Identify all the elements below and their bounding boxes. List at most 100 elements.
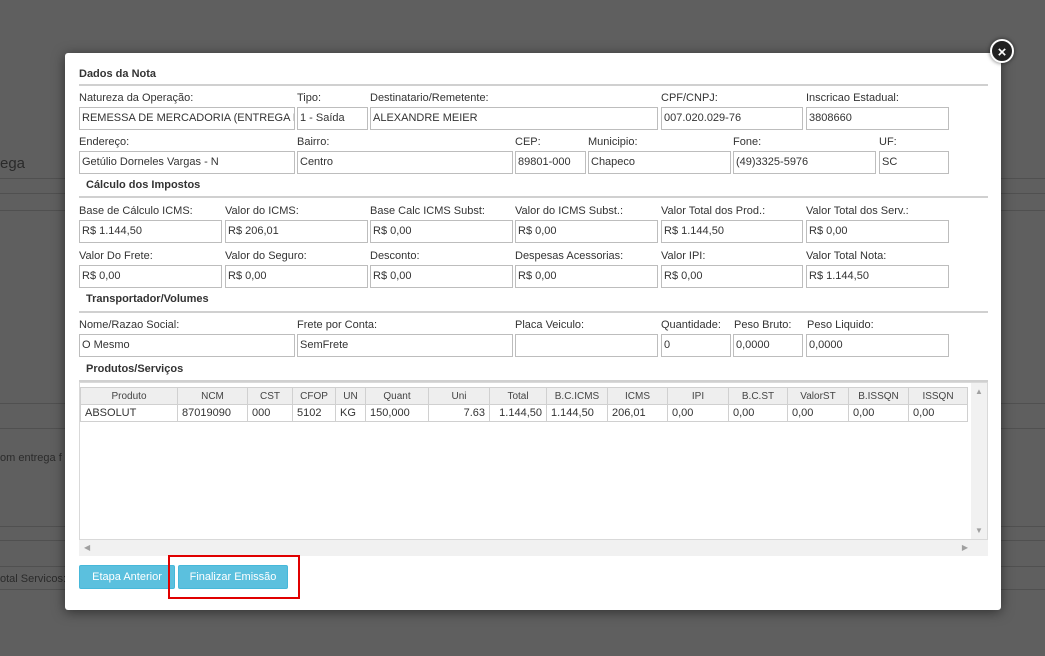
horizontal-scrollbar[interactable]: ◀ ▶ (79, 540, 988, 556)
table-cell: 000 (247, 404, 293, 422)
scroll-left-icon[interactable]: ◀ (84, 543, 90, 552)
column-header[interactable]: ValorST (787, 387, 849, 405)
table-cell: 7.63 (428, 404, 490, 422)
municipio-field[interactable]: Chapeco (588, 151, 731, 174)
municipio-label: Municipio: (588, 136, 638, 148)
total-nota-label: Valor Total Nota: (806, 250, 887, 262)
section-title-dados-nota: Dados da Nota (79, 68, 157, 80)
total-nota-field[interactable]: R$ 1.144,50 (806, 265, 949, 288)
section-title-transportador: Transportador/Volumes (86, 293, 209, 305)
base-icms-field[interactable]: R$ 1.144,50 (79, 220, 222, 243)
column-header[interactable]: B.ISSQN (848, 387, 909, 405)
uf-field[interactable]: SC (879, 151, 949, 174)
natureza-field[interactable]: REMESSA DE MERCADORIA (ENTREGA FUTURA) (79, 107, 295, 130)
total-serv-label: Valor Total dos Serv.: (806, 205, 909, 217)
base-icms-label: Base de Cálculo ICMS: (79, 205, 193, 217)
razao-label: Nome/Razao Social: (79, 319, 180, 331)
table-cell: 206,01 (607, 404, 668, 422)
fone-label: Fone: (733, 136, 762, 148)
seguro-field[interactable]: R$ 0,00 (225, 265, 368, 288)
column-header[interactable]: ICMS (607, 387, 668, 405)
tipo-label: Tipo: (297, 92, 322, 104)
valor-icms-st-label: Valor do ICMS Subst.: (515, 205, 624, 217)
peso-bruto-label: Peso Bruto: (734, 319, 792, 331)
bairro-field[interactable]: Centro (297, 151, 513, 174)
previous-step-button[interactable]: Etapa Anterior (79, 565, 175, 589)
fone-field[interactable]: (49)3325-5976 (733, 151, 876, 174)
table-cell: 1.144,50 (546, 404, 608, 422)
natureza-label: Natureza da Operação: (79, 92, 194, 104)
frete-field[interactable]: R$ 0,00 (79, 265, 222, 288)
quantidade-field[interactable]: 0 (661, 334, 731, 357)
table-cell: KG (335, 404, 366, 422)
section-divider (79, 84, 988, 86)
total-serv-field[interactable]: R$ 0,00 (806, 220, 949, 243)
scroll-down-icon[interactable]: ▼ (975, 526, 983, 535)
column-header[interactable]: ISSQN (908, 387, 968, 405)
section-title-produtos: Produtos/Serviços (86, 363, 184, 375)
ie-field[interactable]: 3808660 (806, 107, 949, 130)
column-header[interactable]: CFOP (292, 387, 336, 405)
close-icon[interactable]: × (990, 39, 1014, 63)
background-page-title: ega (0, 155, 26, 172)
background-row-text: om entrega f (0, 452, 62, 464)
ipi-label: Valor IPI: (661, 250, 706, 262)
nota-modal: Dados da Nota Natureza da Operação: REME… (65, 53, 1001, 610)
column-header[interactable]: CST (247, 387, 293, 405)
table-cell: 0,00 (667, 404, 729, 422)
table-cell: 0,00 (848, 404, 909, 422)
total-prod-field[interactable]: R$ 1.144,50 (661, 220, 803, 243)
seguro-label: Valor do Seguro: (225, 250, 307, 262)
valor-icms-field[interactable]: R$ 206,01 (225, 220, 368, 243)
column-header[interactable]: B.C.ICMS (546, 387, 608, 405)
section-divider (79, 196, 988, 198)
scroll-up-icon[interactable]: ▲ (975, 387, 983, 396)
peso-liquido-field[interactable]: 0,0000 (806, 334, 949, 357)
column-header[interactable]: B.C.ST (728, 387, 788, 405)
frete-label: Valor Do Frete: (79, 250, 153, 262)
despesas-label: Despesas Acessorias: (515, 250, 624, 262)
endereco-field[interactable]: Getúlio Dorneles Vargas - N (79, 151, 295, 174)
table-cell: 87019090 (177, 404, 248, 422)
destinatario-field[interactable]: ALEXANDRE MEIER (370, 107, 658, 130)
endereco-label: Endereço: (79, 136, 130, 148)
razao-field[interactable]: O Mesmo (79, 334, 295, 357)
column-header[interactable]: IPI (667, 387, 729, 405)
section-divider (79, 311, 988, 313)
desconto-field[interactable]: R$ 0,00 (370, 265, 513, 288)
base-icms-st-field[interactable]: R$ 0,00 (370, 220, 513, 243)
cep-label: CEP: (515, 136, 541, 148)
ie-label: Inscricao Estadual: (806, 92, 899, 104)
table-cell: 0,00 (787, 404, 849, 422)
table-cell: ABSOLUT (80, 404, 178, 422)
cep-field[interactable]: 89801-000 (515, 151, 586, 174)
products-table: Produto NCM CST CFOP UN Quant Uni Total … (80, 387, 968, 422)
despesas-field[interactable]: R$ 0,00 (515, 265, 658, 288)
tipo-field[interactable]: 1 - Saída (297, 107, 368, 130)
frete-conta-field[interactable]: SemFrete (297, 334, 513, 357)
products-grid: Produto NCM CST CFOP UN Quant Uni Total … (79, 382, 988, 540)
placa-field[interactable] (515, 334, 658, 357)
ipi-field[interactable]: R$ 0,00 (661, 265, 803, 288)
table-cell: 1.144,50 (489, 404, 547, 422)
column-header[interactable]: Total (489, 387, 547, 405)
column-header[interactable]: NCM (177, 387, 248, 405)
peso-liquido-label: Peso Liquido: (807, 319, 874, 331)
table-row[interactable]: ABSOLUT 87019090 000 5102 KG 150,000 7.6… (80, 404, 968, 422)
valor-icms-st-field[interactable]: R$ 0,00 (515, 220, 658, 243)
column-header[interactable]: Uni (428, 387, 490, 405)
vertical-scrollbar[interactable]: ▲ ▼ (971, 383, 987, 539)
base-icms-st-label: Base Calc ICMS Subst: (370, 205, 485, 217)
destinatario-label: Destinatario/Remetente: (370, 92, 489, 104)
column-header[interactable]: UN (335, 387, 366, 405)
peso-bruto-field[interactable]: 0,0000 (733, 334, 803, 357)
frete-conta-label: Frete por Conta: (297, 319, 378, 331)
column-header[interactable]: Produto (80, 387, 178, 405)
valor-icms-label: Valor do ICMS: (225, 205, 299, 217)
table-cell: 0,00 (728, 404, 788, 422)
column-header[interactable]: Quant (365, 387, 429, 405)
desconto-label: Desconto: (370, 250, 420, 262)
placa-label: Placa Veiculo: (515, 319, 585, 331)
cpf-field[interactable]: 007.020.029-76 (661, 107, 803, 130)
scroll-right-icon[interactable]: ▶ (962, 543, 968, 552)
